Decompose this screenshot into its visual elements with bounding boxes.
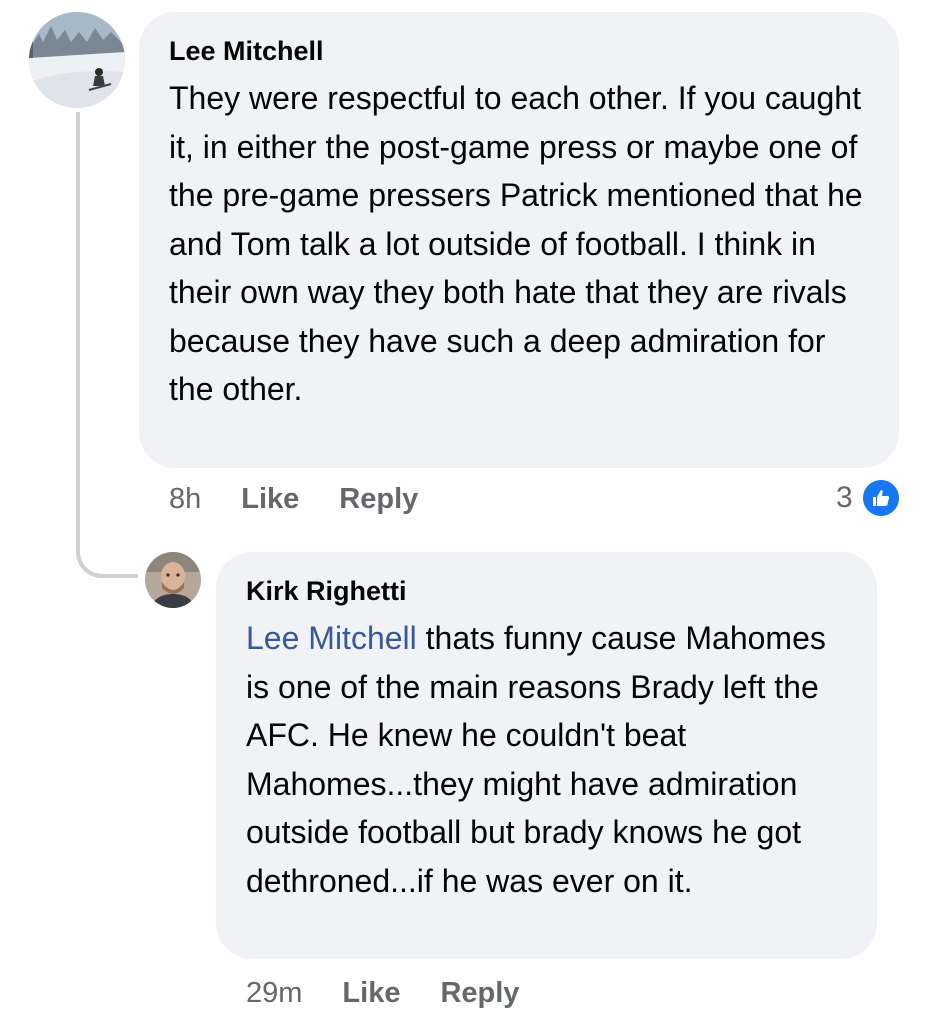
person-photo-icon — [145, 552, 201, 608]
kirk-righetti-avatar[interactable] — [145, 552, 201, 608]
like-button[interactable]: Like — [241, 483, 299, 516]
like-button[interactable]: Like — [342, 977, 400, 1010]
comment-actions: 8h Like Reply — [169, 481, 418, 517]
lee-mitchell-avatar[interactable] — [29, 12, 125, 108]
comment-author[interactable]: Lee Mitchell — [169, 34, 869, 68]
comment-text: They were respectful to each other. If y… — [169, 80, 863, 407]
comment-author[interactable]: Kirk Righetti — [246, 574, 847, 608]
mention-link[interactable]: Lee Mitchell — [246, 620, 417, 656]
comment-bubble: Lee Mitchell They were respectful to eac… — [139, 12, 899, 468]
comment-text: Lee Mitchell thats funny cause Mahomes i… — [246, 614, 847, 905]
reply-button[interactable]: Reply — [440, 977, 519, 1010]
comment-bubble: Kirk Righetti Lee Mitchell thats funny c… — [216, 552, 877, 959]
comment-timestamp[interactable]: 8h — [169, 483, 201, 516]
reaction-summary[interactable]: 3 — [836, 478, 901, 518]
reply-button[interactable]: Reply — [339, 483, 418, 516]
comment-body: thats funny cause Mahomes is one of the … — [246, 620, 826, 899]
thumbs-up-icon — [860, 478, 901, 518]
ski-photo-icon — [29, 12, 125, 108]
thread-connector-line — [76, 112, 138, 578]
reaction-count: 3 — [836, 481, 853, 514]
comment-actions: 29m Like Reply — [246, 975, 519, 1011]
comment-timestamp[interactable]: 29m — [246, 977, 302, 1010]
